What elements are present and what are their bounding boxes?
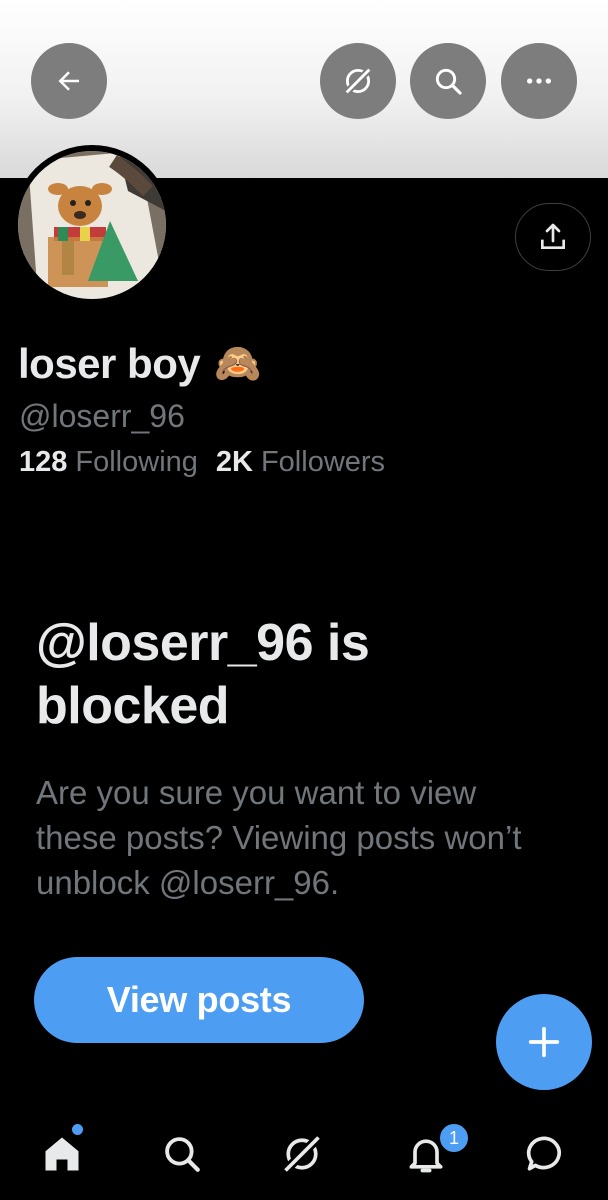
more-button[interactable] [501,43,577,119]
search-icon [435,68,462,95]
search-button[interactable] [410,43,486,119]
followers-label: Followers [260,446,386,478]
search-icon [165,1137,200,1172]
blocked-title: @loserr_96 is blocked [36,614,370,735]
following-label: Following [75,446,198,478]
tab-grok[interactable] [272,1124,332,1184]
bottom-tab-bar [0,1100,608,1200]
more-horizontal-icon [527,78,551,84]
view-posts-button[interactable]: View posts [34,957,364,1043]
display-name: loser boy 🙈 [18,340,262,388]
messages-icon [526,1136,561,1171]
plus-icon [528,1026,560,1058]
grok-icon [344,67,372,95]
share-icon [541,223,565,249]
share-button[interactable] [515,203,591,271]
tab-search[interactable] [152,1124,212,1184]
back-button[interactable] [31,43,107,119]
followers-link[interactable]: 2K Followers [216,446,385,479]
follow-stats: 128 Following 2K Followers [19,446,385,479]
arrow-left-icon [58,71,79,91]
blocked-description: Are you sure you want to view these post… [36,774,522,901]
followers-count: 2K [215,446,253,478]
tab-home[interactable] [32,1124,92,1184]
following-count: 128 [19,446,68,478]
avatar[interactable] [12,145,172,305]
home-unread-dot [72,1124,83,1135]
see-no-evil-monkey-emoji: 🙈 [214,343,262,385]
home-icon [45,1137,79,1171]
following-link[interactable]: 128 Following [19,446,198,479]
display-name-text: loser boy [18,340,201,387]
profile-handle: @loserr_96 [19,398,185,434]
grok-icon [282,1134,322,1174]
notification-badge: 1 [438,1122,470,1154]
avatar-image [18,151,166,299]
compose-post-button[interactable] [496,994,592,1090]
grok-button[interactable] [320,43,396,119]
tab-messages[interactable] [516,1124,576,1184]
